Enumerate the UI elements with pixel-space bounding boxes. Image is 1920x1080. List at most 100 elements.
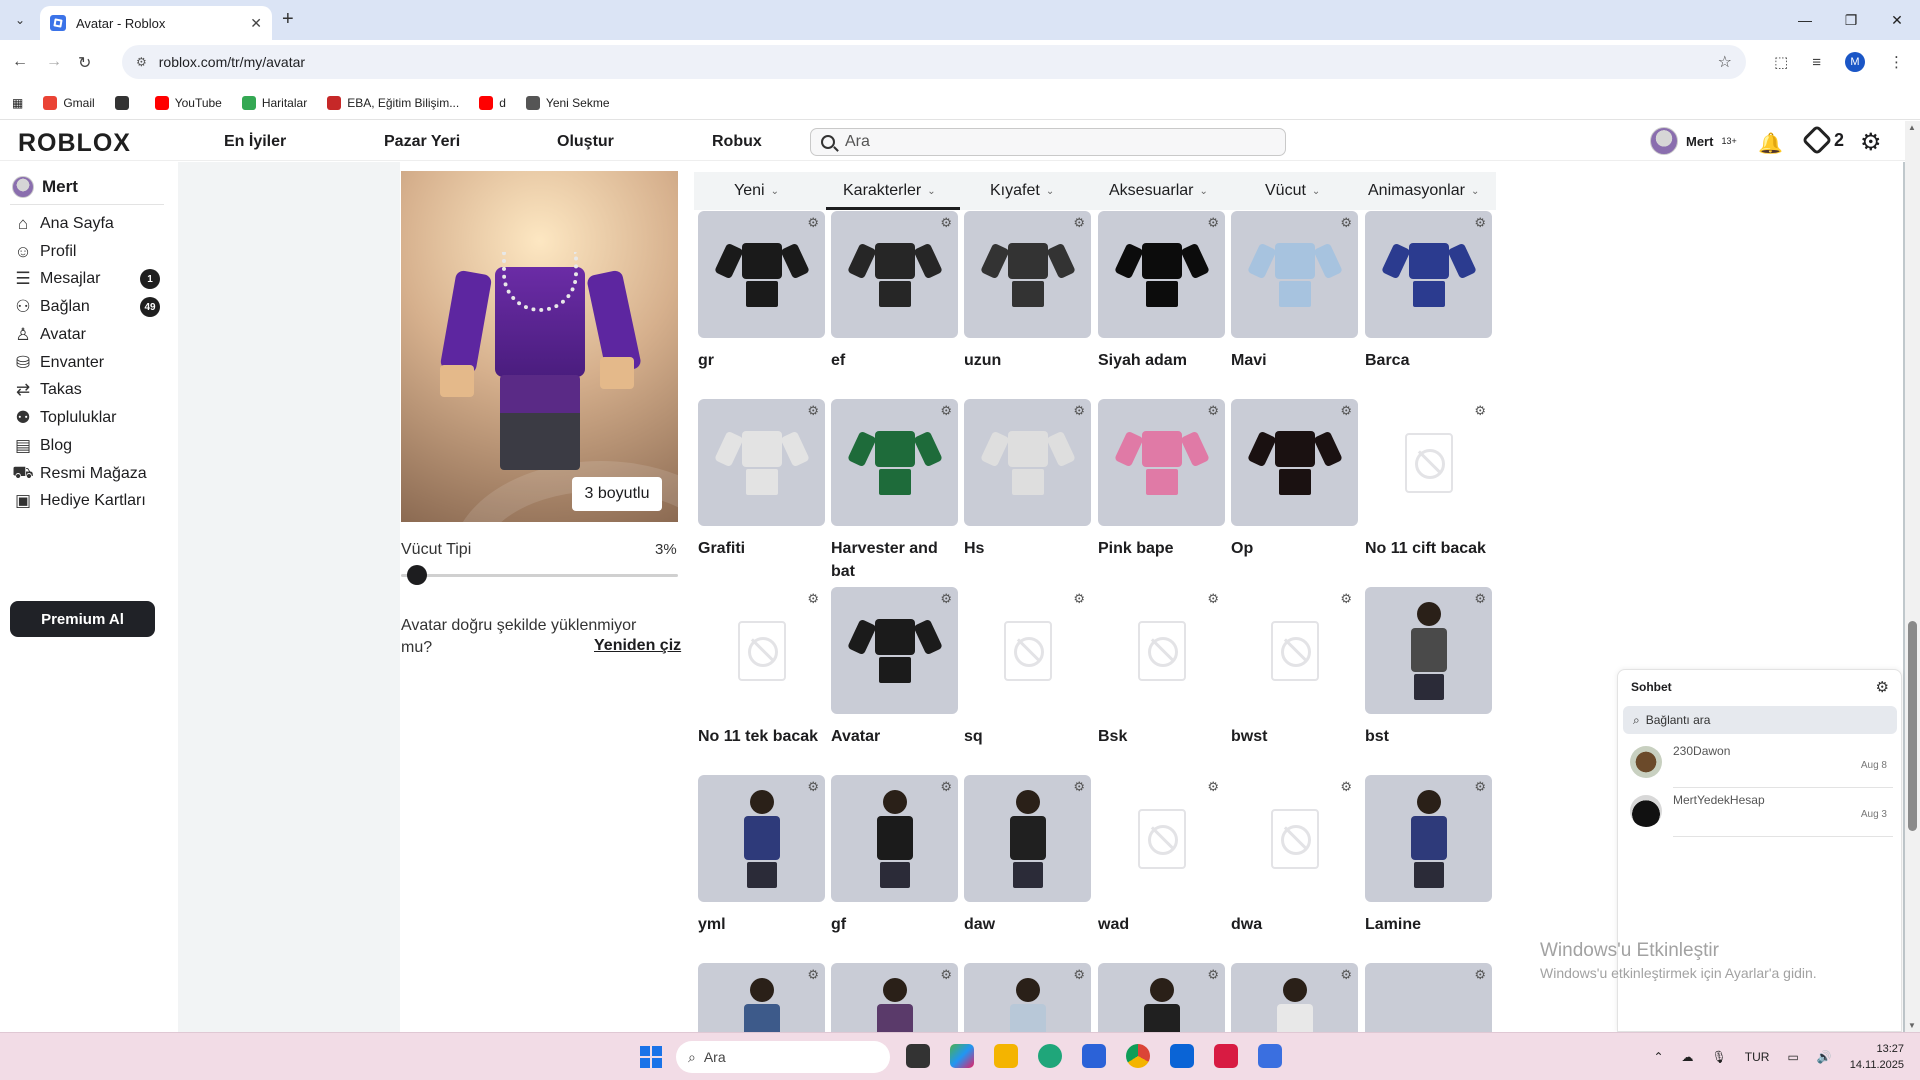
avatar-preview[interactable] [401,171,678,522]
gear-icon[interactable]: ⚙ [1340,779,1352,795]
outfit-card[interactable]: ⚙ [964,963,1091,1032]
volume-icon[interactable]: 🔊 [1817,1050,1832,1064]
gear-icon[interactable]: ⚙ [1073,215,1085,231]
header-user[interactable]: Mert 13+ [1650,127,1737,155]
new-tab-plus-icon[interactable]: + [282,8,294,31]
windows-start-icon[interactable] [640,1046,662,1068]
outfit-thumbnail[interactable]: ⚙ [698,587,825,714]
outfit-thumbnail[interactable]: ⚙ [964,963,1091,1032]
outfit-thumbnail[interactable]: ⚙ [1098,399,1225,526]
tab-new[interactable]: Yeni ⌄ [734,182,779,200]
nav-link-marketplace[interactable]: Pazar Yeri [384,133,460,151]
gear-icon[interactable]: ⚙ [940,215,952,231]
outfit-thumbnail[interactable]: ⚙ [964,587,1091,714]
sidebar-item-avatar[interactable]: ♙ Avatar [12,325,160,345]
extensions-icon[interactable]: ⬚ [1774,53,1788,71]
gear-icon[interactable]: ⚙ [1073,403,1085,419]
gear-icon[interactable]: ⚙ [1207,967,1219,983]
outfit-thumbnail[interactable]: ⚙ [1098,211,1225,338]
roblox-app-icon[interactable] [1258,1044,1282,1068]
chat-search-input[interactable]: ⌕ Bağlantı ara [1623,706,1897,734]
app-icon[interactable] [1214,1044,1238,1068]
gear-icon[interactable]: ⚙ [807,779,819,795]
reload-icon[interactable]: ↻ [78,53,91,73]
premium-button[interactable]: Premium Al [10,601,155,637]
restore-icon[interactable]: ❐ [1828,0,1874,40]
gear-icon[interactable]: ⚙ [940,591,952,607]
sidebar-item-store[interactable]: ⛟ Resmi Mağaza [12,463,160,485]
gear-icon[interactable]: ⚙ [940,403,952,419]
scrollbar-thumb[interactable] [1908,621,1917,831]
roblox-logo[interactable]: ROBLOX [18,129,131,158]
gear-icon[interactable]: ⚙ [1073,967,1085,983]
chat-conversation[interactable]: 230Dawon Aug 8 [1628,740,1893,788]
outfit-thumbnail[interactable]: ⚙ [1365,775,1492,902]
microphone-icon[interactable]: 🎙 [1712,1050,1727,1064]
outfit-card[interactable]: ⚙ [1098,963,1225,1032]
outfit-thumbnail[interactable]: ⚙ [831,587,958,714]
task-view-icon[interactable] [906,1044,930,1068]
body-type-slider[interactable] [401,574,678,577]
outfit-thumbnail[interactable]: ⚙ [1365,587,1492,714]
taskbar-search-input[interactable]: ⌕ Ara [676,1041,890,1073]
sidebar-item-profile[interactable]: ☺ Profil [12,242,160,262]
tab-clothing[interactable]: Kıyafet ⌄ [990,182,1054,200]
outfit-thumbnail[interactable]: ⚙ [1231,399,1358,526]
gear-icon[interactable]: ⚙ [807,215,819,231]
cloud-icon[interactable]: ☁ [1682,1050,1694,1064]
bookmark-item[interactable] [114,95,135,110]
gear-icon[interactable]: ⚙ [1207,779,1219,795]
media-icon[interactable]: ≡ [1812,54,1821,71]
outfit-thumbnail[interactable]: ⚙ [698,775,825,902]
sidebar-user[interactable]: Mert [12,176,78,198]
outfit-thumbnail[interactable]: ⚙ [1365,211,1492,338]
bell-icon[interactable]: 🔔 [1758,131,1783,156]
minimize-icon[interactable]: — [1782,0,1828,40]
tab-animations[interactable]: Animasyonlar ⌄ [1368,182,1479,200]
bookmark-item[interactable]: Yeni Sekme [525,95,610,110]
view-3d-toggle-button[interactable]: 3 boyutlu [572,477,662,511]
outfit-thumbnail[interactable]: ⚙ [1231,963,1358,1032]
gear-icon[interactable]: ⚙ [1860,128,1882,157]
outfit-card[interactable]: ⚙ [698,963,825,1032]
bookmark-star-icon[interactable]: ☆ [1718,52,1732,72]
gear-icon[interactable]: ⚙ [1474,779,1486,795]
sidebar-item-messages[interactable]: ☰ Mesajlar 1 [12,269,160,290]
gear-icon[interactable]: ⚙ [807,403,819,419]
outfit-card[interactable]: ⚙ [1231,963,1358,1032]
gear-icon[interactable]: ⚙ [1207,591,1219,607]
page-scrollbar[interactable]: ▲ ▼ [1905,121,1920,1032]
sidebar-item-groups[interactable]: ⚉ Topluluklar [12,408,160,428]
microsoft-365-icon[interactable] [950,1044,974,1068]
gear-icon[interactable]: ⚙ [1073,591,1085,607]
edge-icon[interactable] [1038,1044,1062,1068]
outfit-thumbnail[interactable]: ⚙ [831,775,958,902]
close-icon[interactable]: ✕ [250,15,262,32]
redraw-link[interactable]: Yeniden çiz [594,637,681,655]
sidebar-item-inventory[interactable]: ⛁ Envanter [12,353,160,373]
outfit-thumbnail[interactable]: ⚙ [831,963,958,1032]
tab-characters[interactable]: Karakterler ⌄ [843,182,936,200]
add-friend-icon[interactable]: ⚙ [1876,678,1889,696]
tab-body[interactable]: Vücut ⌄ [1265,182,1320,200]
outfit-thumbnail[interactable]: ⚙ [1098,587,1225,714]
file-explorer-icon[interactable] [994,1044,1018,1068]
outfit-thumbnail[interactable]: ⚙ [1231,775,1358,902]
apps-grid-icon[interactable]: ▦ [12,96,23,110]
more-menu-icon[interactable]: ⋮ [1889,53,1904,71]
nav-link-charts[interactable]: En İyiler [224,133,286,151]
tab-accessories[interactable]: Aksesuarlar ⌄ [1109,182,1208,200]
nav-link-create[interactable]: Oluştur [557,133,614,151]
outfit-thumbnail[interactable]: ⚙ [1365,399,1492,526]
bookmark-item[interactable]: Gmail [43,95,95,110]
outfit-thumbnail[interactable]: ⚙ [698,211,825,338]
url-field[interactable]: ⚙ roblox.com/tr/my/avatar ☆ [122,45,1746,79]
nav-link-robux[interactable]: Robux [712,133,762,151]
site-info-icon[interactable]: ⚙ [136,55,147,69]
gear-icon[interactable]: ⚙ [807,591,819,607]
gear-icon[interactable]: ⚙ [940,779,952,795]
outfit-thumbnail[interactable]: ⚙ [831,399,958,526]
search-input[interactable]: Ara [810,128,1286,156]
store-icon[interactable] [1082,1044,1106,1068]
outfit-thumbnail[interactable]: ⚙ [1365,963,1492,1032]
